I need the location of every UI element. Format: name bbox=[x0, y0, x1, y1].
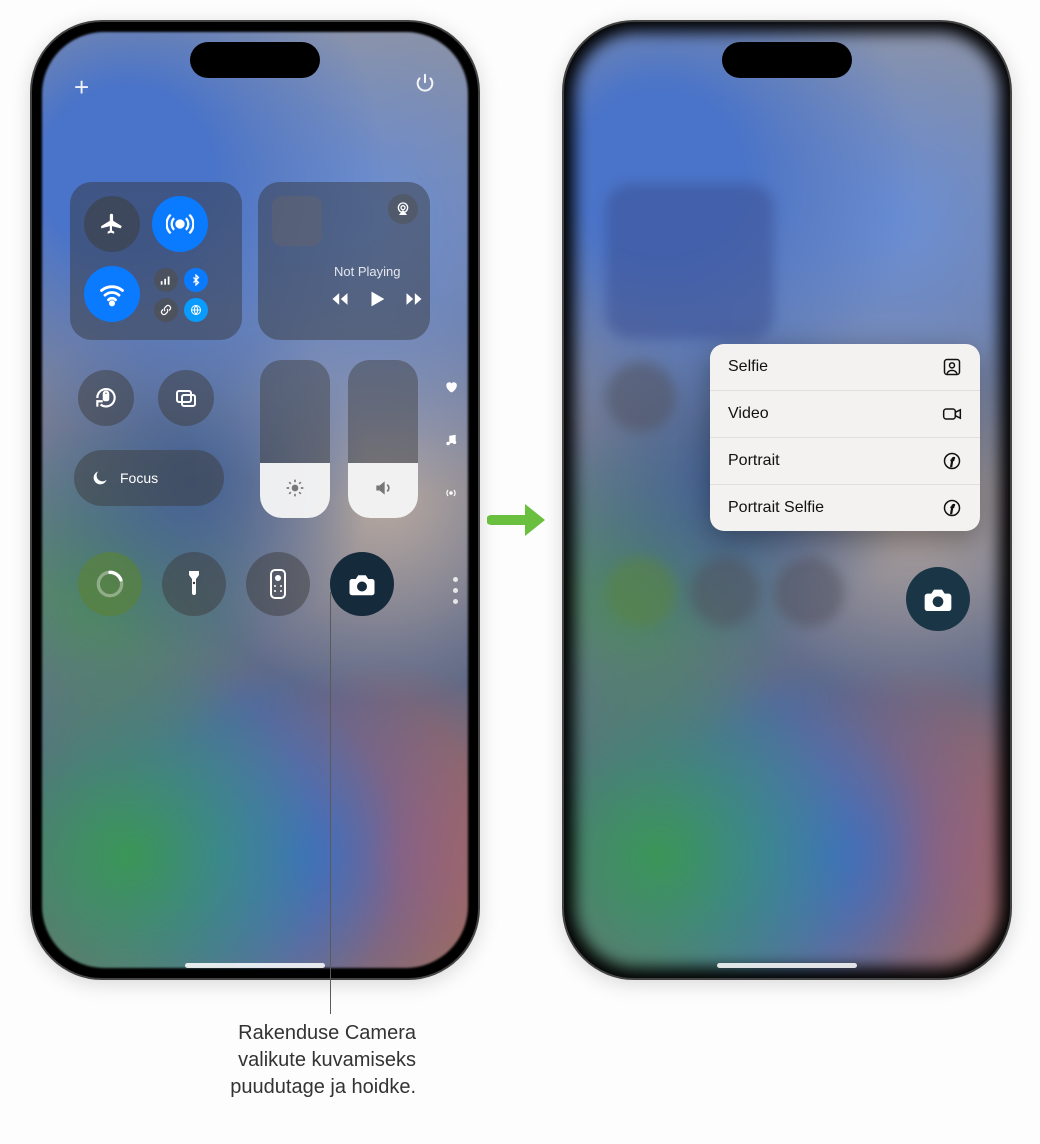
power-icon bbox=[414, 72, 436, 94]
person-square-icon bbox=[942, 357, 962, 377]
aperture-icon: f bbox=[942, 498, 962, 518]
menu-item-video[interactable]: Video bbox=[710, 391, 980, 438]
screen-mirroring-button[interactable] bbox=[158, 370, 214, 426]
signal-icon bbox=[159, 273, 173, 287]
remote-icon bbox=[269, 568, 287, 600]
album-art-placeholder bbox=[272, 196, 322, 246]
svg-text:f: f bbox=[951, 456, 955, 466]
power-button[interactable] bbox=[414, 72, 436, 100]
wifi-icon bbox=[98, 280, 126, 308]
wifi-toggle[interactable] bbox=[84, 266, 140, 322]
airplane-icon bbox=[99, 211, 125, 237]
home-indicator bbox=[185, 963, 325, 968]
menu-label: Video bbox=[728, 405, 769, 423]
add-control-button[interactable]: + bbox=[74, 72, 89, 103]
sun-icon bbox=[285, 478, 305, 504]
timer-button[interactable] bbox=[78, 552, 142, 616]
speaker-svg bbox=[373, 478, 393, 498]
volume-slider[interactable] bbox=[348, 360, 418, 518]
blurred-circle bbox=[690, 557, 760, 627]
play-button[interactable] bbox=[366, 288, 388, 315]
video-icon bbox=[942, 404, 962, 424]
callout-leader-line bbox=[330, 592, 331, 1014]
moon-icon bbox=[90, 468, 110, 488]
dynamic-island bbox=[722, 42, 852, 78]
side-indicators bbox=[444, 380, 458, 503]
bluetooth-icon bbox=[190, 274, 202, 286]
camera-button[interactable] bbox=[330, 552, 394, 616]
airplay-audio-button[interactable] bbox=[388, 194, 418, 224]
heart-icon bbox=[444, 380, 458, 394]
figure-canvas: + bbox=[0, 0, 1040, 1144]
more-pages-dots[interactable] bbox=[453, 577, 458, 604]
blurred-tile bbox=[606, 184, 774, 339]
camera-button-pressed[interactable] bbox=[906, 567, 970, 631]
timer-icon bbox=[95, 569, 125, 599]
mirror-icon bbox=[174, 386, 198, 410]
svg-text:f: f bbox=[951, 503, 955, 513]
focus-label: Focus bbox=[120, 470, 158, 486]
link-toggle[interactable] bbox=[154, 298, 178, 322]
music-icon bbox=[444, 433, 458, 447]
speaker-icon bbox=[373, 478, 393, 504]
antenna-icon bbox=[444, 486, 458, 500]
focus-button[interactable]: Focus bbox=[74, 450, 224, 506]
camera-icon bbox=[347, 569, 377, 599]
next-track-button[interactable] bbox=[404, 289, 424, 314]
menu-item-portrait[interactable]: Portrait f bbox=[710, 438, 980, 485]
favorites-page-dot[interactable] bbox=[444, 380, 458, 397]
orientation-lock-icon bbox=[93, 385, 119, 411]
airdrop-toggle[interactable] bbox=[152, 196, 208, 252]
connectivity-tile[interactable] bbox=[70, 182, 242, 340]
media-tile[interactable]: Not Playing bbox=[258, 182, 430, 340]
dynamic-island bbox=[190, 42, 320, 78]
menu-label: Selfie bbox=[728, 358, 768, 376]
globe-icon bbox=[190, 304, 202, 316]
now-playing-label: Not Playing bbox=[334, 264, 400, 279]
flashlight-icon bbox=[182, 569, 206, 599]
cellular-status bbox=[154, 268, 178, 292]
media-controls bbox=[330, 288, 424, 315]
blurred-circle bbox=[774, 557, 844, 627]
orientation-lock-toggle[interactable] bbox=[78, 370, 134, 426]
prev-icon bbox=[330, 289, 350, 309]
camera-icon bbox=[922, 583, 954, 615]
menu-item-portrait-selfie[interactable]: Portrait Selfie f bbox=[710, 485, 980, 531]
remote-button[interactable] bbox=[246, 552, 310, 616]
aperture-icon: f bbox=[942, 451, 962, 471]
menu-item-selfie[interactable]: Selfie bbox=[710, 344, 980, 391]
hotspot-toggle[interactable] bbox=[184, 298, 208, 322]
link-icon bbox=[160, 304, 172, 316]
prev-track-button[interactable] bbox=[330, 289, 350, 314]
sun-svg bbox=[285, 478, 305, 498]
callout-line-2: valikute kuvamiseks bbox=[136, 1047, 416, 1074]
bluetooth-toggle[interactable] bbox=[184, 268, 208, 292]
callout-line-1: Rakenduse Camera bbox=[136, 1020, 416, 1047]
blurred-circle bbox=[606, 362, 676, 432]
airplane-mode-toggle[interactable] bbox=[84, 196, 140, 252]
callout-line-3: puudutage ja hoidke. bbox=[136, 1074, 416, 1101]
airdrop-icon bbox=[166, 210, 194, 238]
menu-label: Portrait bbox=[728, 452, 780, 470]
airplay-icon bbox=[395, 201, 411, 217]
cellular-bluetooth-cluster[interactable] bbox=[154, 268, 210, 324]
home-indicator bbox=[717, 963, 857, 968]
menu-label: Portrait Selfie bbox=[728, 499, 824, 517]
iphone-left: + bbox=[30, 20, 480, 980]
brightness-slider[interactable] bbox=[260, 360, 330, 518]
camera-context-menu: Selfie Video Portrait f Portrait Selfie bbox=[710, 344, 980, 531]
play-icon bbox=[366, 288, 388, 310]
blurred-circle bbox=[606, 557, 676, 627]
connectivity-page-dot[interactable] bbox=[444, 486, 458, 503]
flashlight-button[interactable] bbox=[162, 552, 226, 616]
next-icon bbox=[404, 289, 424, 309]
iphone-right: Selfie Video Portrait f Portrait Selfie bbox=[562, 20, 1012, 980]
transition-arrow bbox=[487, 498, 551, 547]
music-page-dot[interactable] bbox=[444, 433, 458, 450]
callout-caption: Rakenduse Camera valikute kuvamiseks puu… bbox=[136, 1020, 416, 1101]
